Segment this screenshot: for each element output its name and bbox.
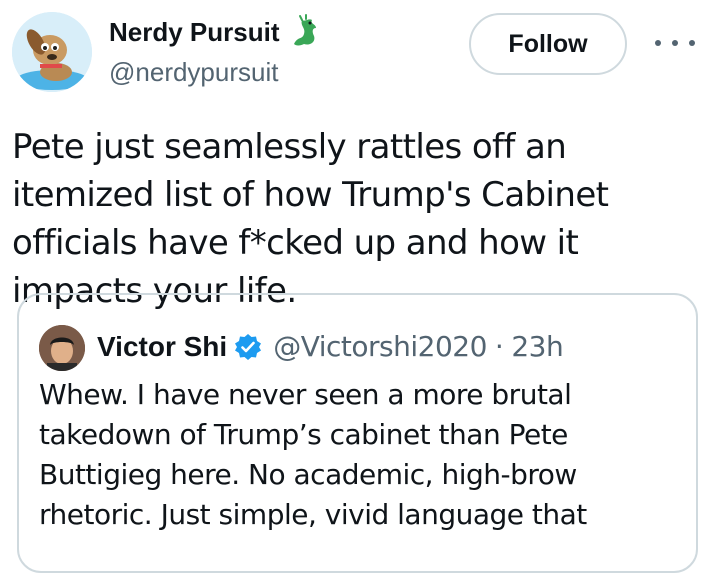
more-dot xyxy=(672,40,678,46)
author-name[interactable]: Nerdy Pursuit xyxy=(109,16,280,48)
quote-header: Victor Shi @Victorshi2020 · 23h xyxy=(97,329,564,365)
more-horizontal-icon[interactable] xyxy=(655,30,695,56)
verified-badge-icon xyxy=(233,332,263,362)
quote-text: Whew. I have never seen a more brutal ta… xyxy=(39,378,587,531)
author-avatar[interactable] xyxy=(12,12,92,92)
follow-button[interactable]: Follow xyxy=(469,13,627,75)
author-handle[interactable]: @nerdypursuit xyxy=(109,56,278,88)
author-name-row: Nerdy Pursuit xyxy=(109,14,324,50)
quote-separator: · xyxy=(494,330,504,363)
tweet-text: Pete just seamlessly rattles off an item… xyxy=(12,127,609,311)
quote-author-handle[interactable]: @Victorshi2020 xyxy=(273,329,487,365)
quote-author-name[interactable]: Victor Shi xyxy=(97,329,227,365)
quote-timestamp[interactable]: 23h xyxy=(511,329,563,365)
dragon-icon xyxy=(288,14,324,50)
more-dot xyxy=(655,40,661,46)
more-dot xyxy=(689,40,695,46)
quote-author-avatar[interactable] xyxy=(39,325,85,371)
quoted-tweet-card[interactable]: Victor Shi @Victorshi2020 · 23h Whew. I … xyxy=(17,293,698,573)
